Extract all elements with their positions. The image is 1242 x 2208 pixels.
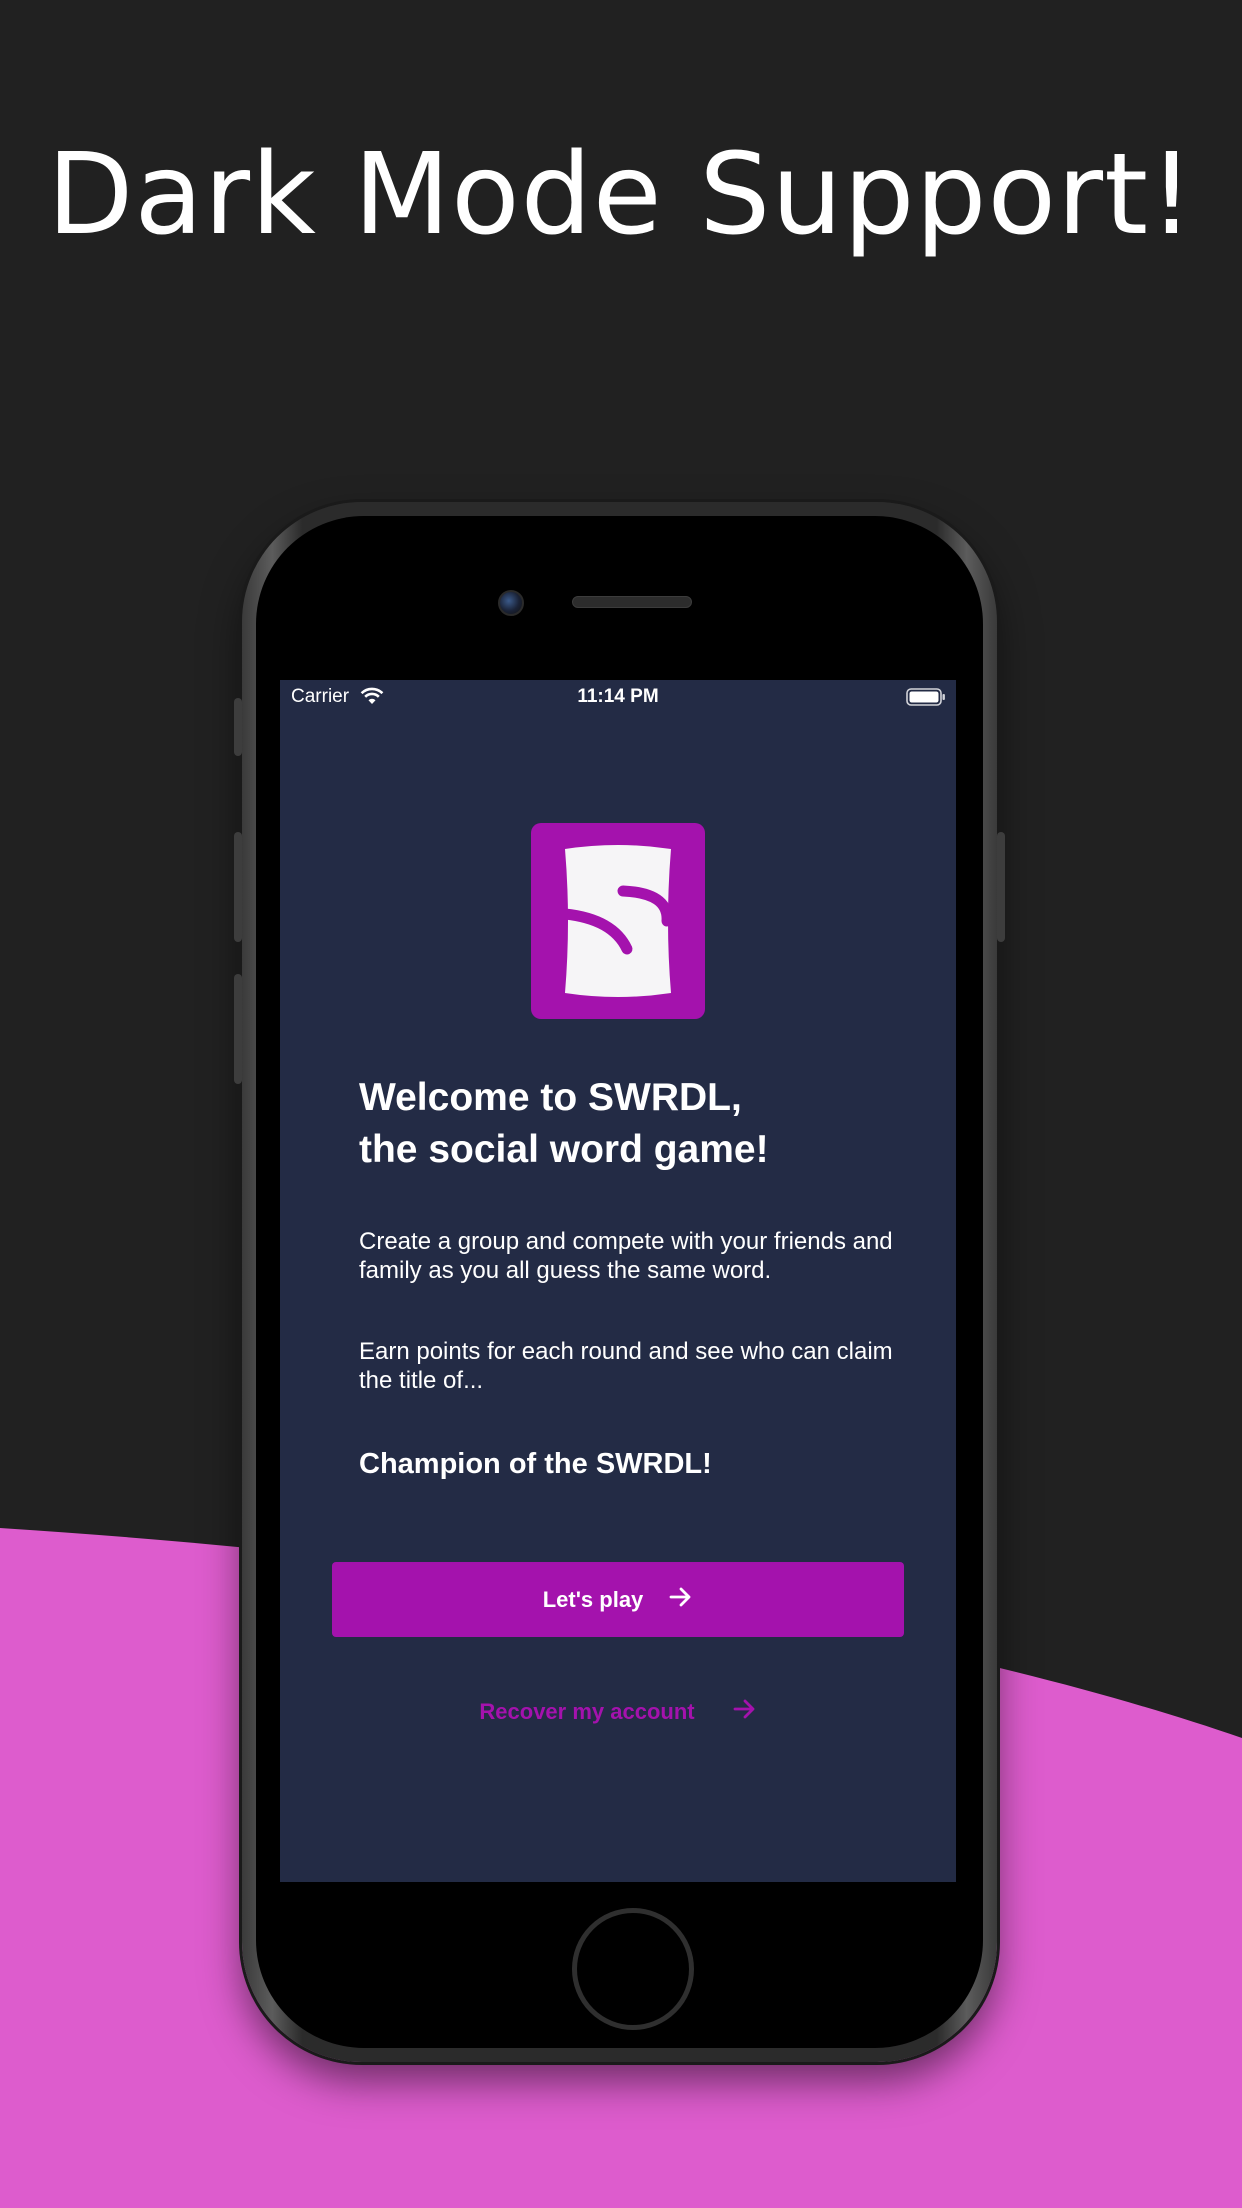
front-camera xyxy=(498,590,524,616)
recover-account-label: Recover my account xyxy=(479,1699,695,1724)
welcome-title-line-1: Welcome to SWRDL, xyxy=(359,1076,742,1119)
recover-account-link[interactable]: Recover my account xyxy=(280,1692,956,1732)
lets-play-button[interactable]: Let's play xyxy=(332,1562,904,1637)
volume-down-button xyxy=(234,974,242,1084)
earpiece-speaker xyxy=(572,596,692,608)
status-bar: Carrier 11:14 PM xyxy=(280,680,956,716)
app-screen: Carrier 11:14 PM Welcome to SWRDL, the s… xyxy=(280,680,956,1882)
welcome-title-line-2: the social word game! xyxy=(359,1128,769,1171)
swrdl-logo-icon xyxy=(531,823,705,1019)
intro-paragraph: Create a group and compete with your fri… xyxy=(359,1228,893,1284)
silent-switch xyxy=(234,698,242,756)
champion-title: Champion of the SWRDL! xyxy=(359,1448,712,1480)
lets-play-label: Let's play xyxy=(542,1586,644,1612)
volume-up-button xyxy=(234,832,242,942)
welcome-title: Welcome to SWRDL, the social word game! xyxy=(359,1072,919,1176)
home-button[interactable] xyxy=(572,1908,694,2030)
arrow-right-icon xyxy=(669,1586,693,1614)
arrow-right-icon xyxy=(733,1698,757,1726)
status-time: 11:14 PM xyxy=(577,686,659,707)
battery-icon xyxy=(906,688,946,712)
promo-headline: Dark Mode Support! xyxy=(47,130,1195,260)
power-button xyxy=(997,832,1005,942)
points-paragraph: Earn points for each round and see who c… xyxy=(359,1338,893,1394)
